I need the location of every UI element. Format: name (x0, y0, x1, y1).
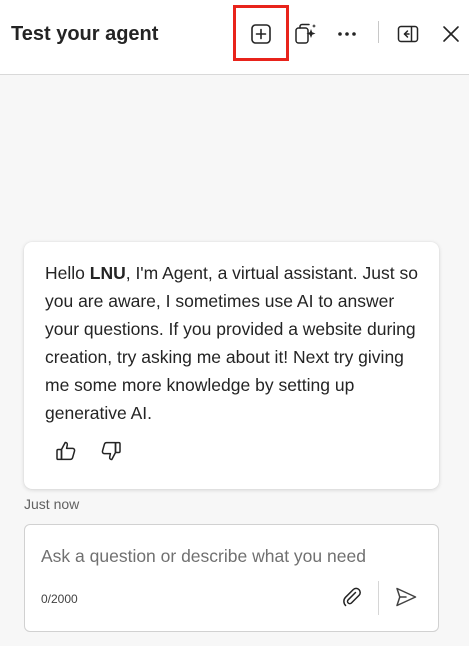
attach-icon (341, 586, 363, 613)
greeting-text: Hello (45, 263, 90, 283)
new-chat-button[interactable] (244, 19, 278, 49)
thumbs-down-button[interactable] (97, 439, 125, 467)
composer-divider (378, 581, 379, 615)
panel-title: Test your agent (11, 23, 159, 45)
attach-button[interactable] (338, 585, 366, 613)
thumbs-up-button[interactable] (52, 439, 80, 467)
new-chat-icon (250, 23, 272, 45)
user-name: LNU (89, 263, 126, 283)
question-input[interactable] (41, 543, 421, 569)
more-options-button[interactable] (330, 19, 364, 49)
thumbs-down-icon (99, 439, 123, 468)
close-button[interactable] (434, 19, 468, 49)
collapse-panel-button[interactable] (391, 19, 425, 49)
character-counter: 0/2000 (41, 592, 78, 606)
collapse-panel-icon (397, 25, 419, 43)
test-agent-panel: Test your agent Hello LNU, I'm Agent, a … (0, 0, 469, 646)
agent-message-card: Hello LNU, I'm Agent, a virtual assistan… (24, 242, 439, 489)
copilot-sparkle-icon (292, 21, 318, 47)
message-body: , I'm Agent, a virtual assistant. Just s… (45, 263, 418, 423)
send-icon (394, 586, 418, 613)
agent-message-text: Hello LNU, I'm Agent, a virtual assistan… (45, 259, 425, 427)
copilot-button[interactable] (288, 19, 322, 49)
message-timestamp: Just now (24, 496, 80, 512)
close-icon (442, 25, 460, 43)
panel-header: Test your agent (0, 0, 469, 75)
header-divider (378, 21, 379, 43)
more-icon (337, 31, 357, 37)
composer-box: 0/2000 (24, 524, 439, 632)
send-button[interactable] (391, 585, 421, 613)
thumbs-up-icon (54, 439, 78, 468)
